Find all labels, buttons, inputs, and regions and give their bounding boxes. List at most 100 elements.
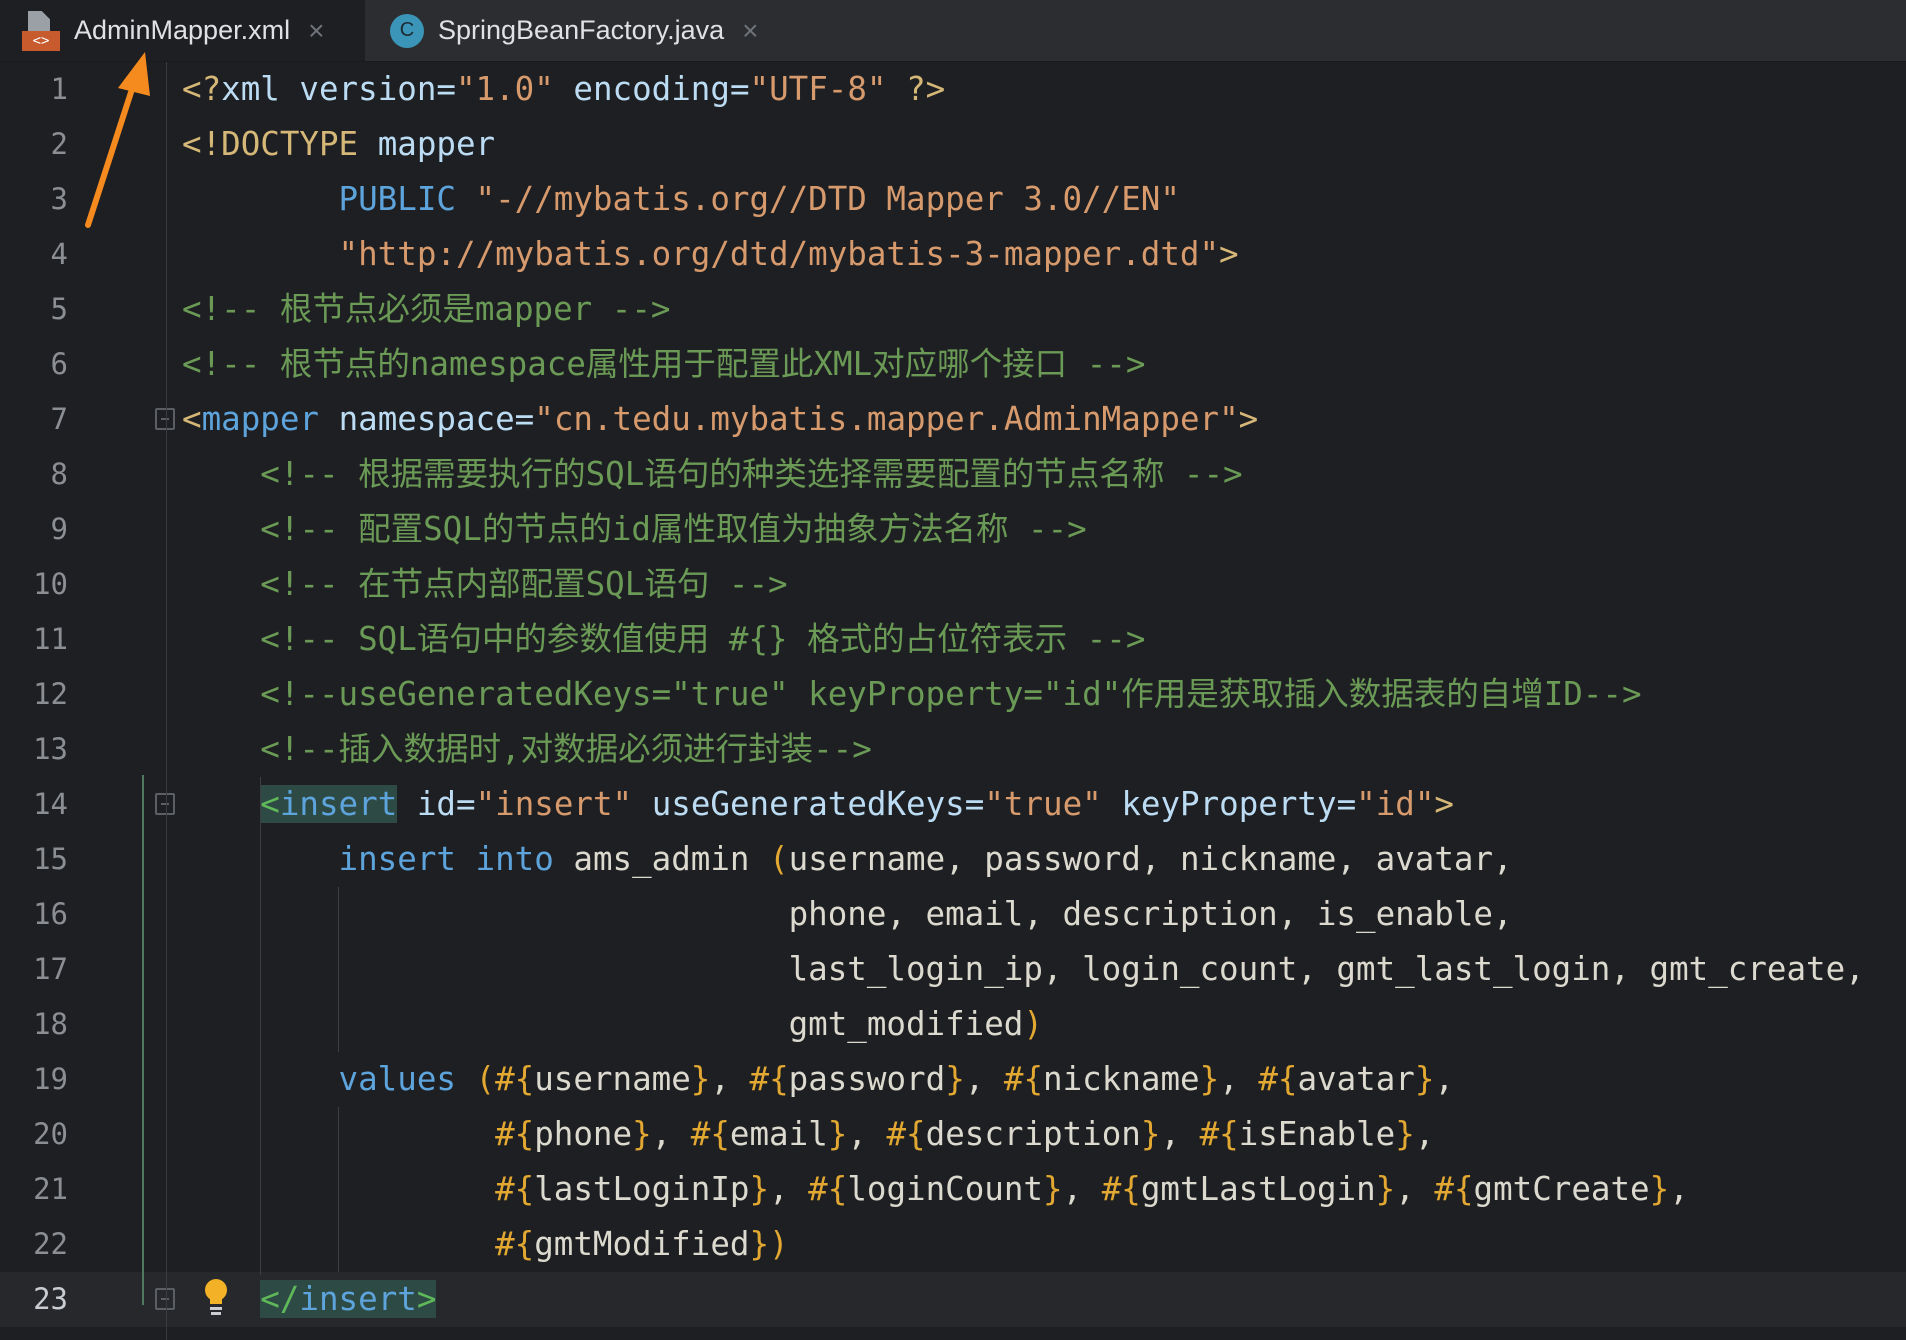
line-number[interactable]: 7	[0, 392, 68, 447]
code-line[interactable]: 10 <!-- 在节点内部配置SQL语句 -->	[0, 557, 1906, 612]
code-text: "http://mybatis.org/dtd/mybatis-3-mapper…	[182, 227, 1239, 282]
code-token: }	[1140, 1115, 1161, 1153]
code-line[interactable]: 23 </insert>	[0, 1272, 1906, 1327]
line-number[interactable]: 15	[0, 832, 68, 887]
code-line[interactable]: 2 <!DOCTYPE mapper	[0, 117, 1906, 172]
line-number[interactable]: 16	[0, 887, 68, 942]
line-number[interactable]: 5	[0, 282, 68, 337]
code-token: #{	[690, 1115, 730, 1153]
line-number[interactable]: 11	[0, 612, 68, 667]
code-line[interactable]: 1 <?xml version="1.0" encoding="UTF-8" ?>	[0, 62, 1906, 117]
code-line[interactable]: 5 <!-- 根节点必须是mapper -->	[0, 282, 1906, 337]
code-token: ,	[1219, 1060, 1259, 1098]
line-number[interactable]: 19	[0, 1052, 68, 1107]
code-line[interactable]: 9 <!-- 配置SQL的节点的id属性取值为抽象方法名称 -->	[0, 502, 1906, 557]
line-number[interactable]: 23	[0, 1272, 68, 1327]
line-number[interactable]: 9	[0, 502, 68, 557]
code-token: lastLoginIp	[534, 1170, 750, 1208]
line-number[interactable]: 20	[0, 1107, 68, 1162]
line-number[interactable]: 10	[0, 557, 68, 612]
code-token: (	[769, 840, 789, 878]
fold-toggle-icon[interactable]	[155, 793, 175, 815]
code-line[interactable]: 6 <!-- 根节点的namespace属性用于配置此XML对应哪个接口 -->	[0, 337, 1906, 392]
code-token: =	[436, 70, 456, 108]
line-number[interactable]: 14	[0, 777, 68, 832]
line-number[interactable]: 22	[0, 1217, 68, 1272]
code-token: </	[260, 1280, 300, 1318]
code-text: #{gmtModified})	[182, 1217, 789, 1272]
code-text: <!-- 在节点内部配置SQL语句 -->	[182, 557, 787, 612]
code-token: #{	[495, 1170, 535, 1208]
code-line[interactable]: 22 #{gmtModified})	[0, 1217, 1906, 1272]
code-editor[interactable]: 1 <?xml version="1.0" encoding="UTF-8" ?>…	[0, 62, 1906, 1327]
fold-toggle-icon[interactable]	[155, 1288, 175, 1310]
code-token: >	[1238, 400, 1259, 438]
code-token: ams_admin	[553, 840, 770, 878]
line-number[interactable]: 18	[0, 997, 68, 1052]
line-number[interactable]: 21	[0, 1162, 68, 1217]
code-token: into	[475, 840, 554, 878]
line-number[interactable]: 3	[0, 172, 68, 227]
code-line[interactable]: 3 PUBLIC "-//mybatis.org//DTD Mapper 3.0…	[0, 172, 1906, 227]
code-text: PUBLIC "-//mybatis.org//DTD Mapper 3.0//…	[182, 172, 1180, 227]
code-token: description	[925, 1115, 1141, 1153]
code-line[interactable]: 18 gmt_modified)	[0, 997, 1906, 1052]
code-token: }	[1199, 1060, 1220, 1098]
code-token: #{	[1258, 1060, 1298, 1098]
line-number[interactable]: 17	[0, 942, 68, 997]
code-line[interactable]: 20 #{phone}, #{email}, #{description}, #…	[0, 1107, 1906, 1162]
code-token: ,	[1669, 1170, 1689, 1208]
code-line[interactable]: 17 last_login_ip, login_count, gmt_last_…	[0, 942, 1906, 997]
code-token: (#{	[475, 1060, 535, 1098]
code-token: #{	[495, 1225, 535, 1263]
code-text: <!--插入数据时,对数据必须进行封装-->	[182, 722, 872, 777]
code-token: =	[1336, 785, 1357, 823]
code-line[interactable]: 12 <!--useGeneratedKeys="true" keyProper…	[0, 667, 1906, 722]
line-number[interactable]: 13	[0, 722, 68, 777]
line-number[interactable]: 2	[0, 117, 68, 172]
code-token: "http://mybatis.org/dtd/mybatis-3-mapper…	[338, 235, 1220, 273]
code-token: xml	[221, 70, 280, 108]
code-line[interactable]: 13 <!--插入数据时,对数据必须进行封装-->	[0, 722, 1906, 777]
code-token: nickname	[1043, 1060, 1200, 1098]
line-number[interactable]: 1	[0, 62, 68, 117]
vcs-change-marker[interactable]	[142, 775, 144, 1305]
code-token: username, password, nickname, avatar,	[788, 840, 1513, 878]
code-line[interactable]: 19 values (#{username}, #{password}, #{n…	[0, 1052, 1906, 1107]
code-line[interactable]: 15 insert into ams_admin (username, pass…	[0, 832, 1906, 887]
close-tab-icon[interactable]: ×	[742, 15, 758, 47]
tab-adminmapper-xml[interactable]: <> AdminMapper.xml ×	[0, 0, 365, 61]
close-tab-icon[interactable]: ×	[308, 15, 324, 47]
code-token: PUBLIC	[338, 180, 456, 218]
code-text: <!-- SQL语句中的参数值使用 #{} 格式的占位符表示 -->	[182, 612, 1145, 667]
code-line[interactable]: 21 #{lastLoginIp}, #{loginCount}, #{gmtL…	[0, 1162, 1906, 1217]
line-number[interactable]: 12	[0, 667, 68, 722]
code-token: id	[416, 785, 456, 823]
code-token: ,	[1414, 1115, 1435, 1153]
line-number[interactable]: 6	[0, 337, 68, 392]
line-number[interactable]: 4	[0, 227, 68, 282]
code-line[interactable]: 14 <insert id="insert" useGeneratedKeys=…	[0, 777, 1906, 832]
code-token: <	[260, 785, 280, 823]
code-line[interactable]: 4 "http://mybatis.org/dtd/mybatis-3-mapp…	[0, 227, 1906, 282]
code-token: version	[299, 70, 437, 108]
code-token: "cn.tedu.mybatis.mapper.AdminMapper"	[534, 400, 1239, 438]
code-line[interactable]: 16 phone, email, description, is_enable,	[0, 887, 1906, 942]
code-token: }	[827, 1115, 848, 1153]
fold-toggle-icon[interactable]	[155, 408, 175, 430]
code-token: >	[1219, 235, 1239, 273]
tab-springbeanfactory-java[interactable]: C SpringBeanFactory.java ×	[370, 0, 790, 61]
code-token: #{	[749, 1060, 789, 1098]
code-line[interactable]: 8 <!-- 根据需要执行的SQL语句的种类选择需要配置的节点名称 -->	[0, 447, 1906, 502]
indent-guide	[338, 1107, 339, 1272]
code-token: avatar	[1297, 1060, 1415, 1098]
code-token: }	[690, 1060, 711, 1098]
code-line[interactable]: 7 <mapper namespace="cn.tedu.mybatis.mapp…	[0, 392, 1906, 447]
line-number[interactable]: 8	[0, 447, 68, 502]
code-line[interactable]: 11 <!-- SQL语句中的参数值使用 #{} 格式的占位符表示 -->	[0, 612, 1906, 667]
